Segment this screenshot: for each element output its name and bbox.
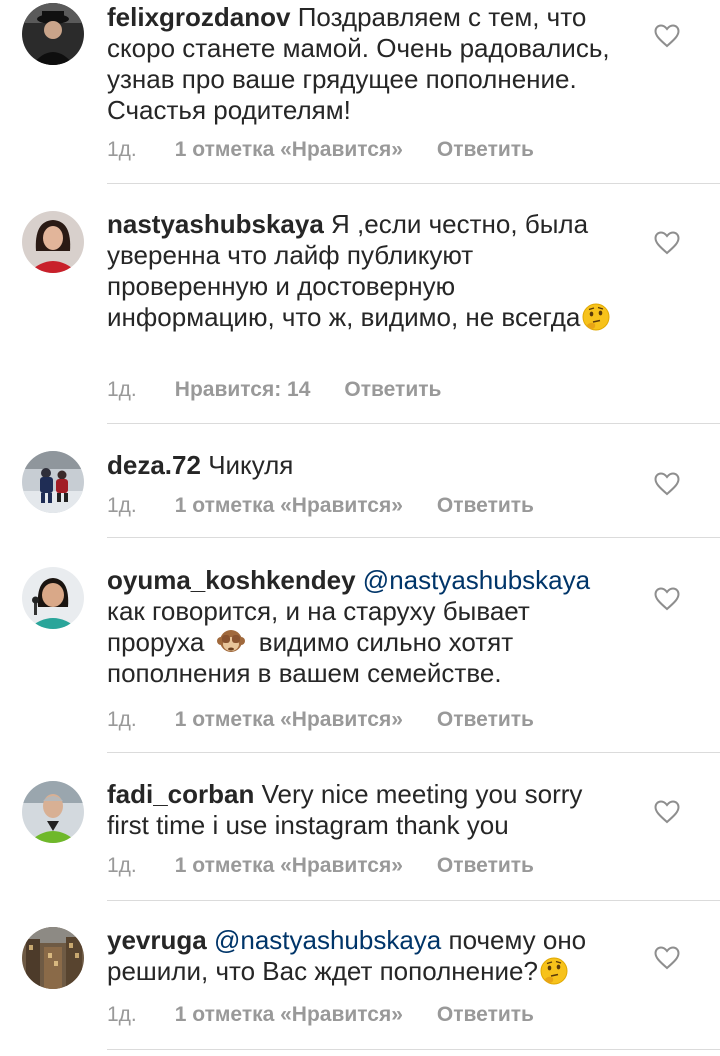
reply-button[interactable]: Ответить	[437, 1002, 534, 1028]
reply-button[interactable]: Ответить	[437, 853, 534, 879]
divider	[107, 1049, 720, 1050]
avatar-photo-city-street-icon	[22, 927, 84, 989]
comment-meta: 1д. 1 отметка «Нравится» Ответить	[107, 853, 534, 879]
comment-text: yevruga @nastyashubskaya почему оно реши…	[107, 925, 627, 987]
see-no-evil-monkey-icon	[216, 627, 246, 657]
comment-username[interactable]: deza.72	[107, 450, 201, 480]
avatar-photo-woman-microphone-icon	[22, 567, 84, 629]
avatar[interactable]	[22, 211, 84, 273]
comment-likes[interactable]: 1 отметка «Нравится»	[175, 137, 403, 163]
comment-item: yevruga @nastyashubskaya почему оно реши…	[0, 901, 720, 1056]
comment-time: 1д.	[107, 708, 137, 731]
heart-icon[interactable]	[654, 231, 680, 255]
mention-link[interactable]: @nastyashubskaya	[214, 925, 441, 955]
comment-username[interactable]: yevruga	[107, 925, 207, 955]
comment-item: oyuma_koshkendey @nastyashubskaya как го…	[0, 538, 720, 753]
heart-icon[interactable]	[654, 472, 680, 496]
thinking-face-icon	[539, 956, 569, 986]
avatar[interactable]	[22, 781, 84, 843]
avatar-photo-man-hat-icon	[22, 3, 84, 65]
comment-username[interactable]: fadi_corban	[107, 779, 254, 809]
comment-time: 1д.	[107, 138, 137, 161]
avatar-photo-woman-red-icon	[22, 211, 84, 273]
comment-text: felixgrozdanov Поздравляем с тем, что ск…	[107, 2, 627, 126]
comment-meta: 1д. 1 отметка «Нравится» Ответить	[107, 493, 534, 519]
comment-time: 1д.	[107, 494, 137, 517]
avatar-photo-hockey-icon	[22, 451, 84, 513]
reply-button[interactable]: Ответить	[437, 493, 534, 519]
comment-item: deza.72 Чикуля 1д. 1 отметка «Нравится» От…	[0, 424, 720, 538]
reply-button[interactable]: Ответить	[437, 707, 534, 733]
avatar[interactable]	[22, 567, 84, 629]
comment-likes[interactable]: 1 отметка «Нравится»	[175, 853, 403, 879]
comment-username[interactable]: felixgrozdanov	[107, 2, 290, 32]
heart-icon[interactable]	[654, 587, 680, 611]
heart-icon[interactable]	[654, 800, 680, 824]
reply-button[interactable]: Ответить	[437, 137, 534, 163]
comment-likes[interactable]: Нравится: 14	[175, 377, 311, 403]
comment-text: fadi_corban Very nice meeting you sorry …	[107, 779, 627, 841]
comment-text: nastyashubskaya Я ,если честно, была уве…	[107, 209, 627, 333]
comment-meta: 1д. 1 отметка «Нравится» Ответить	[107, 137, 534, 163]
comment-item: felixgrozdanov Поздравляем с тем, что ск…	[0, 0, 720, 184]
comment-meta: 1д. 1 отметка «Нравится» Ответить	[107, 1002, 534, 1028]
comment-text: deza.72 Чикуля	[107, 450, 627, 481]
heart-icon[interactable]	[654, 24, 680, 48]
comment-time: 1д.	[107, 378, 137, 401]
comment-item: nastyashubskaya Я ,если честно, была уве…	[0, 184, 720, 424]
thinking-face-icon	[581, 302, 611, 332]
reply-button[interactable]: Ответить	[344, 377, 441, 403]
avatar[interactable]	[22, 451, 84, 513]
comment-body: Чикуля	[208, 450, 294, 480]
avatar-photo-man-green-jacket-icon	[22, 781, 84, 843]
avatar[interactable]	[22, 927, 84, 989]
comment-likes[interactable]: 1 отметка «Нравится»	[175, 1002, 403, 1028]
comment-time: 1д.	[107, 854, 137, 877]
comment-likes[interactable]: 1 отметка «Нравится»	[175, 707, 403, 733]
comment-meta: 1д. Нравится: 14 Ответить	[107, 377, 441, 403]
mention-link[interactable]: @nastyashubskaya	[363, 565, 590, 595]
comment-item: fadi_corban Very nice meeting you sorry …	[0, 753, 720, 901]
comment-text: oyuma_koshkendey @nastyashubskaya как го…	[107, 565, 627, 689]
comment-likes[interactable]: 1 отметка «Нравится»	[175, 493, 403, 519]
comment-username[interactable]: nastyashubskaya	[107, 209, 324, 239]
comment-meta: 1д. 1 отметка «Нравится» Ответить	[107, 707, 534, 733]
avatar[interactable]	[22, 3, 84, 65]
comment-username[interactable]: oyuma_koshkendey	[107, 565, 356, 595]
comment-time: 1д.	[107, 1003, 137, 1026]
heart-icon[interactable]	[654, 946, 680, 970]
